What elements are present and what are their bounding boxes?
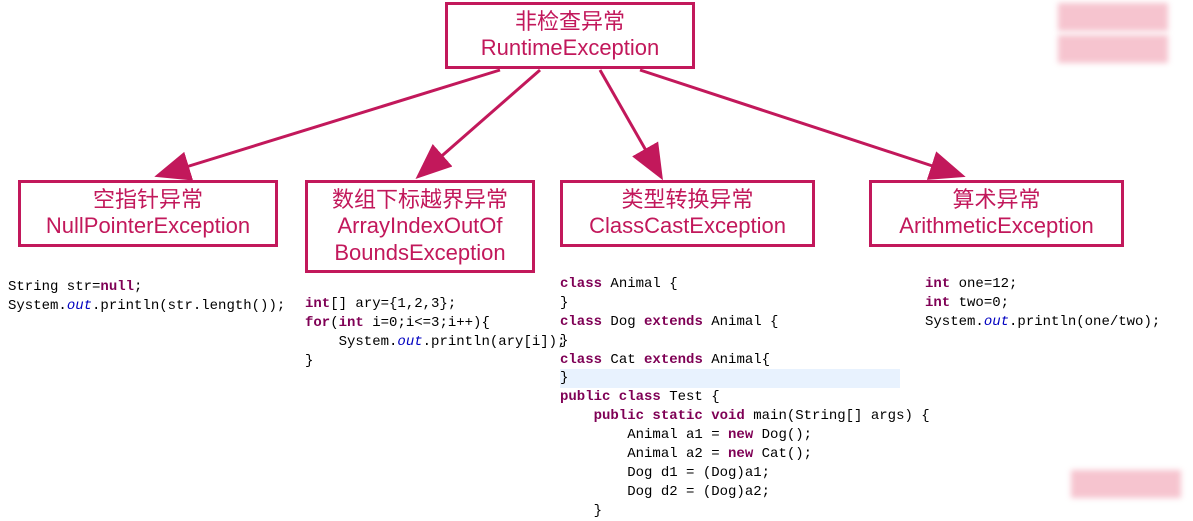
code-npe: String str=null; System.out.println(str.… [8,278,285,316]
child-title-en: NullPointerException [46,213,250,238]
smudge-artifact [1058,3,1168,31]
root-node: 非检查异常 RuntimeException [445,2,695,69]
child-title-cn: 类型转换异常 [621,187,753,212]
code-aioobe: int[] ary={1,2,3}; for(int i=0;i<=3;i++)… [305,295,565,371]
child-title-en: ClassCastException [589,213,786,238]
smudge-artifact [1071,470,1181,498]
child-title-cn: 空指针异常 [93,187,203,212]
root-title-en: RuntimeException [481,35,660,60]
child-title-en: ArrayIndexOutOf BoundsException [334,213,505,264]
child-node-npe: 空指针异常 NullPointerException [18,180,278,247]
child-title-en: ArithmeticException [899,213,1093,238]
child-title-cn: 算术异常 [952,187,1040,212]
smudge-artifact [1058,35,1168,63]
code-cce: class Animal { } class Dog extends Anima… [560,275,930,521]
child-title-cn: 数组下标越界异常 [332,187,508,212]
child-node-ae: 算术异常 ArithmeticException [869,180,1124,247]
root-title-cn: 非检查异常 [515,9,625,34]
code-ae: int one=12; int two=0; System.out.printl… [925,275,1160,332]
child-node-aioobe: 数组下标越界异常 ArrayIndexOutOf BoundsException [305,180,535,273]
child-node-cce: 类型转换异常 ClassCastException [560,180,815,247]
